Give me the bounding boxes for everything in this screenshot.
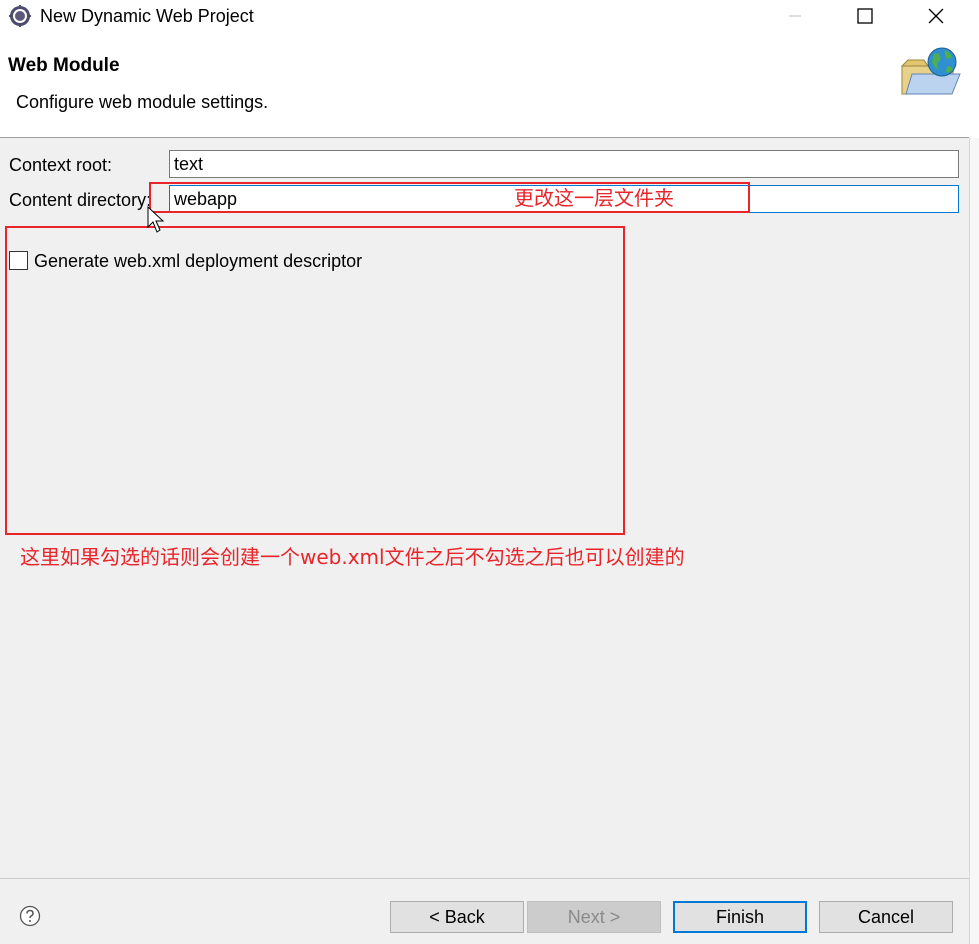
annotation-checkbox-note: 这里如果勾选的话则会创建一个web.xml文件之后不勾选之后也可以创建的 (20, 545, 685, 569)
close-button[interactable] (913, 0, 959, 32)
page-description: Configure web module settings. (16, 92, 269, 112)
footer-separator (0, 878, 969, 879)
maximize-icon (857, 8, 873, 24)
maximize-button[interactable] (842, 0, 888, 32)
content-directory-label: Content directory: (9, 190, 152, 210)
back-button[interactable]: < Back (390, 901, 524, 933)
wizard-header: Web Module Configure web module settings… (0, 32, 969, 138)
page-title: Web Module (8, 55, 120, 76)
minimize-icon (789, 15, 801, 17)
annotation-box-checkbox-area (5, 226, 625, 535)
header-edge (969, 32, 979, 138)
mouse-cursor-icon (147, 206, 165, 233)
web-folder-globe-icon (900, 47, 961, 95)
context-root-label: Context root: (9, 155, 113, 175)
eclipse-gear-icon (9, 5, 31, 27)
window-title: New Dynamic Web Project (40, 6, 254, 26)
close-icon (928, 8, 944, 24)
finish-button[interactable]: Finish (673, 901, 807, 933)
context-root-input[interactable] (169, 150, 959, 178)
annotation-content-directory-note: 更改这一层文件夹 (514, 186, 674, 210)
window-edge (969, 138, 979, 944)
cancel-button[interactable]: Cancel (819, 901, 953, 933)
title-bar: New Dynamic Web Project (0, 0, 979, 32)
minimize-button[interactable] (772, 0, 818, 32)
next-button[interactable]: Next > (527, 901, 661, 933)
help-question-icon[interactable] (19, 905, 41, 927)
